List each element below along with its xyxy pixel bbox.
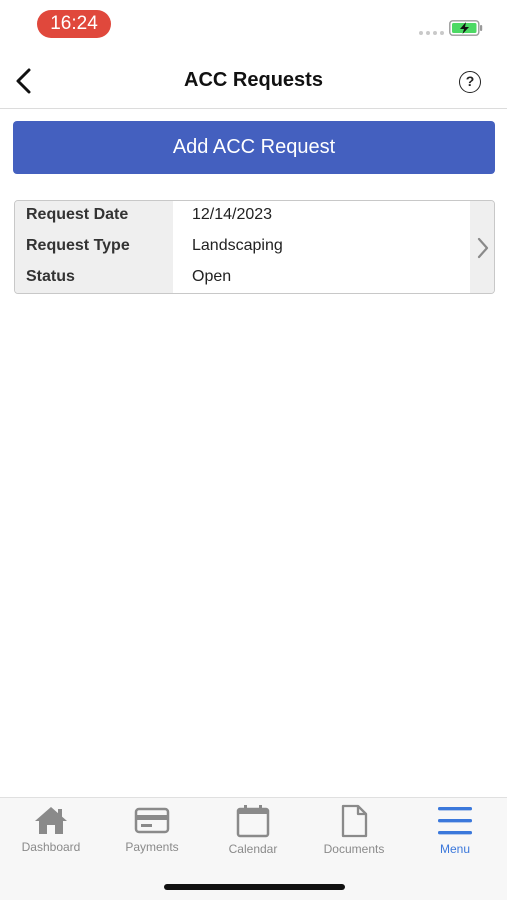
- status-time: 16:24: [37, 10, 111, 38]
- tab-payments[interactable]: Payments: [102, 804, 202, 860]
- calendar-icon: [236, 805, 270, 838]
- add-acc-request-button[interactable]: Add ACC Request: [13, 121, 495, 174]
- credit-card-icon: [134, 807, 170, 834]
- help-icon[interactable]: ?: [459, 71, 481, 93]
- status-row: Status Open: [15, 263, 471, 293]
- document-icon: [341, 804, 368, 838]
- request-date-label: Request Date: [26, 206, 129, 223]
- screen: 16:24 ACC Requests ? Add ACC Request Req…: [0, 0, 507, 900]
- battery-charging-icon: [449, 20, 483, 36]
- tab-label: Menu: [439, 842, 471, 856]
- hamburger-menu-icon: [438, 807, 472, 835]
- tab-label: Documents: [323, 842, 385, 856]
- tab-label: Payments: [125, 840, 179, 854]
- home-indicator[interactable]: [164, 884, 345, 890]
- tab-label: Dashboard: [21, 840, 81, 854]
- navigation-bar: ACC Requests ?: [0, 54, 507, 109]
- request-list-item[interactable]: Request Date 12/14/2023 Request Type Lan…: [14, 200, 495, 294]
- request-type-value: Landscaping: [192, 237, 283, 254]
- status-bar: 16:24: [0, 0, 507, 48]
- request-type-label: Request Type: [26, 237, 130, 254]
- tab-calendar[interactable]: Calendar: [203, 804, 303, 860]
- home-icon: [35, 807, 67, 834]
- request-type-row: Request Type Landscaping: [15, 232, 471, 263]
- page-title: ACC Requests: [184, 69, 323, 91]
- request-date-value: 12/14/2023: [192, 206, 273, 223]
- tab-menu[interactable]: Menu: [405, 804, 505, 860]
- chevron-right-icon: [477, 237, 489, 259]
- signal-icon: [419, 31, 444, 35]
- tab-dashboard[interactable]: Dashboard: [1, 804, 101, 860]
- request-date-row: Request Date 12/14/2023: [15, 201, 471, 232]
- tab-label: Calendar: [228, 842, 278, 856]
- status-value: Open: [192, 268, 232, 285]
- status-label: Status: [26, 268, 75, 285]
- tab-documents[interactable]: Documents: [304, 804, 404, 860]
